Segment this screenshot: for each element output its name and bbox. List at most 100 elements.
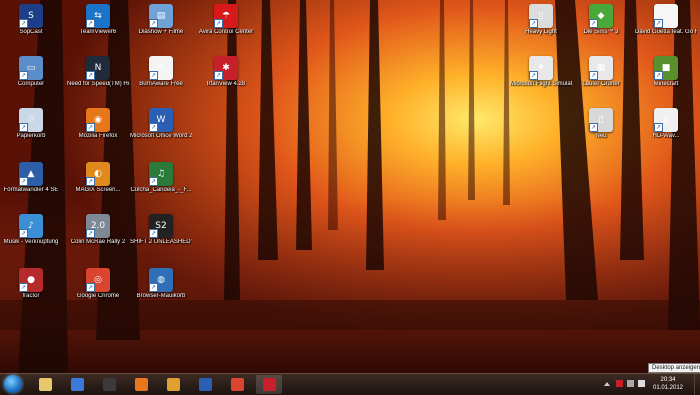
app-icon: ▯ ↗ bbox=[589, 108, 613, 132]
desktop-icon[interactable]: ♫ ↗ Culcha_Candela_-_F... bbox=[130, 162, 192, 194]
desktop-icon[interactable]: ◐ ↗ MAGIX Screen... bbox=[67, 162, 129, 194]
desktop-icon-label: fractor bbox=[22, 293, 40, 299]
desktop-icon[interactable]: ◎ ↗ Google Chrome bbox=[67, 268, 129, 300]
desktop-icon[interactable]: S ↗ SopCast bbox=[0, 4, 62, 36]
shortcut-arrow-icon: ↗ bbox=[654, 19, 663, 28]
taskbar-media-player-button[interactable] bbox=[64, 375, 90, 394]
desktop-icon[interactable]: ▤ ↗ Diashow + Filme bbox=[130, 4, 192, 36]
shortcut-arrow-icon: ↗ bbox=[19, 19, 28, 28]
network-icon[interactable] bbox=[627, 380, 634, 387]
clock-time: 20:34 bbox=[660, 377, 676, 383]
desktop-icon[interactable]: ♪↗David Guetta feat. Go Rida - Where The… bbox=[635, 4, 697, 36]
desktop-icon[interactable]: ▯ ↗ HD-Wav... bbox=[635, 108, 697, 140]
desktop-icon[interactable]: ▲ ↗ Formatwandler 4 SE bbox=[0, 162, 62, 194]
desktop-icon[interactable]: N↗Need for Speed(TM) Hot Pursuit bbox=[67, 56, 129, 88]
desktop-icon[interactable]: ◍ ↗ Browser-Mauikorb bbox=[130, 268, 192, 300]
app-glyph: ♲ bbox=[26, 115, 36, 125]
desktop-icon[interactable]: ▯ ↗ Heavy Light bbox=[510, 4, 572, 36]
taskbar: 20:34 01.01.2012 bbox=[0, 373, 700, 395]
app-icon: ✎ ↗ bbox=[149, 56, 173, 80]
windows-logo-icon bbox=[4, 375, 22, 393]
firefox-icon bbox=[135, 378, 148, 391]
desktop-icon-label: Computer bbox=[17, 81, 45, 87]
app-glyph: ▭ bbox=[26, 63, 36, 73]
shortcut-arrow-icon: ↗ bbox=[654, 71, 663, 80]
desktop-icon[interactable]: ✎ ↗ BurnAware Free bbox=[130, 56, 192, 88]
taskbar-chrome-button[interactable] bbox=[224, 375, 250, 394]
desktop-icon[interactable]: ■ ↗ Minecraft bbox=[635, 56, 697, 88]
app-glyph: ♫ bbox=[156, 169, 166, 179]
shortcut-arrow-icon: ↗ bbox=[86, 283, 95, 292]
desktop-icon[interactable]: 2.0 ↗ Colin McRae Rally 2 bbox=[67, 214, 129, 246]
desktop-icon[interactable]: ⇆ ↗ TeamViewer6 bbox=[67, 4, 129, 36]
show-desktop-tooltip: Desktop anzeigen bbox=[648, 363, 700, 373]
desktop-icon[interactable]: ● ↗ fractor bbox=[0, 268, 62, 300]
app-icon: ▯ ↗ bbox=[654, 108, 678, 132]
app-glyph: ◎ bbox=[94, 275, 102, 285]
desktop-icon[interactable]: ▯ ↗ Neu bbox=[570, 108, 632, 140]
taskbar-media-center-button[interactable] bbox=[160, 375, 186, 394]
desktop-icon-label: Colin McRae Rally 2 bbox=[70, 239, 126, 245]
tray-chevron-icon[interactable] bbox=[604, 382, 610, 386]
app-icon: ♫ ↗ bbox=[149, 162, 173, 186]
desktop-icon[interactable]: ▦ ↗ Lauter Ordner bbox=[570, 56, 632, 88]
headset-icon bbox=[103, 378, 116, 391]
taskbar-irfanview-button[interactable] bbox=[256, 375, 282, 394]
shortcut-arrow-icon: ↗ bbox=[589, 19, 598, 28]
app-glyph: ◍ bbox=[157, 275, 165, 285]
app-glyph: ♪ bbox=[663, 11, 669, 21]
app-glyph: ☂ bbox=[221, 11, 231, 21]
shortcut-arrow-icon: ↗ bbox=[149, 71, 158, 80]
taskbar-explorer-button[interactable] bbox=[32, 375, 58, 394]
taskbar-headset-button[interactable] bbox=[96, 375, 122, 394]
desktop-icon[interactable]: W↗Microsoft Office Word 2007 bbox=[130, 108, 192, 140]
desktop-icon-label: Minecraft bbox=[653, 81, 679, 87]
desktop-icon-label: Formatwandler 4 SE bbox=[3, 187, 59, 193]
app-icon: ◍ ↗ bbox=[149, 268, 173, 292]
desktop-icon[interactable]: ▭ ↗ Computer bbox=[0, 56, 62, 88]
desktop-icon[interactable]: ✈↗Microsoft Flight Simulator X - ... bbox=[510, 56, 572, 88]
desktop-icon[interactable]: ◉ ↗ Mozilla Firefox bbox=[67, 108, 129, 140]
desktop-icon-label: TeamViewer6 bbox=[79, 29, 117, 35]
desktop-icon[interactable]: ◆ ↗ Die Sims™ 3 bbox=[570, 4, 632, 36]
app-icon: ▦ ↗ bbox=[589, 56, 613, 80]
app-glyph: ⇆ bbox=[94, 11, 102, 21]
desktop-icon-label: Avira Control Center bbox=[198, 29, 254, 35]
desktop-icon-label: Need for Speed(TM) Hot Pursuit bbox=[67, 81, 129, 87]
desktop-icon[interactable]: S2↗SHIFT 2 UNLEASHED™ - Verknüpfung bbox=[130, 214, 192, 246]
desktop-icon[interactable]: ✱ ↗ IrfanView 4.28 bbox=[195, 56, 257, 88]
app-icon: S ↗ bbox=[19, 4, 43, 28]
app-glyph: ● bbox=[27, 275, 35, 285]
app-icon: ♲ ↗ bbox=[19, 108, 43, 132]
app-icon: ◆ ↗ bbox=[589, 4, 613, 28]
desktop-icon-label: Heavy Light bbox=[525, 29, 557, 35]
desktop-icon-label: Lauter Ordner bbox=[582, 81, 620, 87]
desktop-icon[interactable]: ☂ ↗ Avira Control Center bbox=[195, 4, 257, 36]
app-glyph: ■ bbox=[661, 63, 671, 73]
desktop-icon[interactable]: ♲ ↗ Papierkorb bbox=[0, 108, 62, 140]
app-glyph: ♪ bbox=[28, 221, 34, 231]
shortcut-arrow-icon: ↗ bbox=[86, 229, 95, 238]
app-glyph: ◆ bbox=[597, 11, 605, 21]
app-icon: S2 ↗ bbox=[149, 214, 173, 238]
desktop-icon[interactable]: ♪ ↗ Musik - Verknüpfung bbox=[0, 214, 62, 246]
app-glyph: ▯ bbox=[663, 115, 669, 125]
app-icon: ■ ↗ bbox=[654, 56, 678, 80]
app-icon: ✈ ↗ bbox=[529, 56, 553, 80]
start-button[interactable] bbox=[3, 375, 23, 394]
app-icon: ⇆ ↗ bbox=[86, 4, 110, 28]
shortcut-arrow-icon: ↗ bbox=[86, 177, 95, 186]
shortcut-arrow-icon: ↗ bbox=[86, 71, 95, 80]
desktop-icon-label: Google Chrome bbox=[76, 293, 120, 299]
avira-tray-icon[interactable] bbox=[616, 380, 623, 387]
show-desktop-button[interactable] bbox=[694, 374, 700, 395]
desktop-icon-label: Diashow + Filme bbox=[138, 29, 184, 35]
taskbar-firefox-button[interactable] bbox=[128, 375, 154, 394]
shortcut-arrow-icon: ↗ bbox=[19, 229, 28, 238]
app-glyph: ✎ bbox=[157, 63, 165, 73]
volume-icon[interactable] bbox=[638, 380, 645, 387]
taskbar-word-button[interactable] bbox=[192, 375, 218, 394]
desktop-icon-label: Neu bbox=[595, 133, 607, 139]
app-glyph: ▲ bbox=[27, 169, 35, 179]
clock[interactable]: 20:34 01.01.2012 bbox=[648, 376, 688, 392]
